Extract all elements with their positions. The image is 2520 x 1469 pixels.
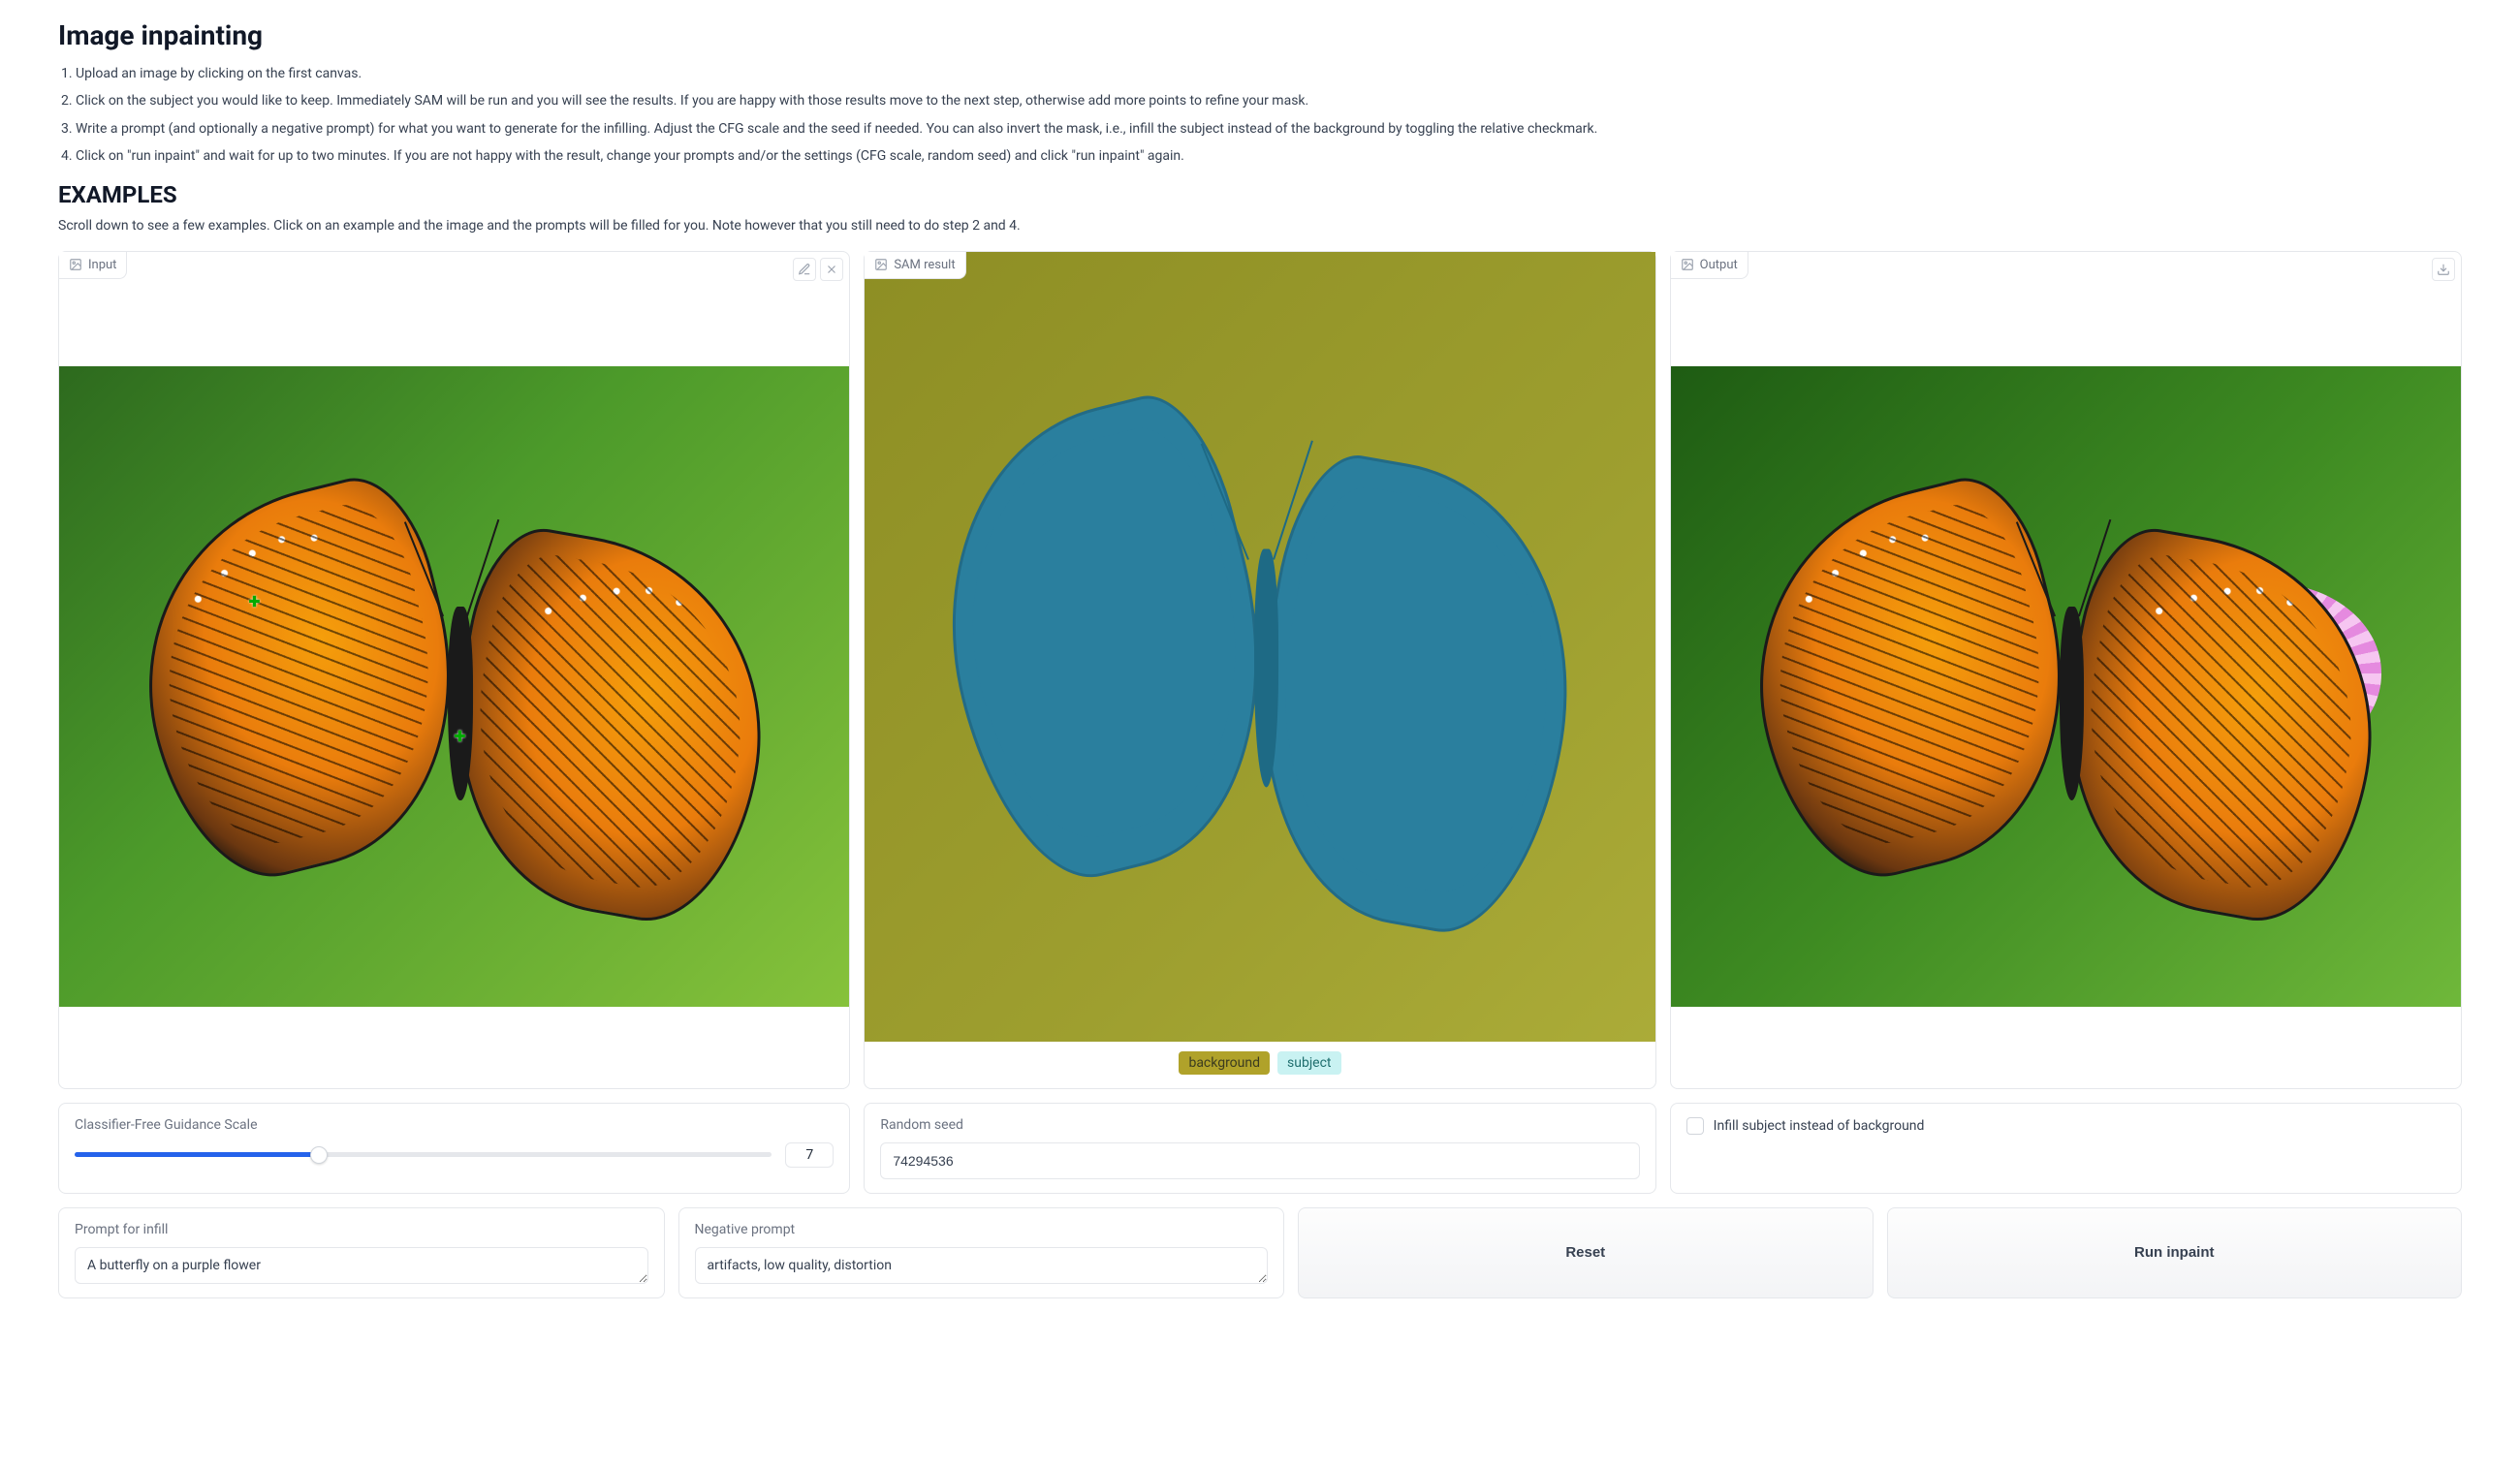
instruction-step: Write a prompt (and optionally a negativ… [76, 118, 2462, 140]
examples-description: Scroll down to see a few examples. Click… [58, 218, 2462, 234]
image-icon [874, 258, 888, 271]
seed-card: Random seed [864, 1103, 1655, 1194]
negative-prompt-input[interactable] [695, 1247, 1269, 1284]
sam-result-image [865, 252, 1654, 1042]
cfg-label: Classifier-Free Guidance Scale [75, 1117, 834, 1133]
instruction-step: Click on "run inpaint" and wait for up t… [76, 145, 2462, 167]
reset-button[interactable]: Reset [1298, 1207, 1874, 1298]
close-icon [825, 263, 838, 276]
invert-card: Infill subject instead of background [1670, 1103, 2462, 1194]
image-icon [69, 258, 82, 271]
cfg-card: Classifier-Free Guidance Scale 7 [58, 1103, 850, 1194]
seed-input[interactable] [880, 1142, 1639, 1179]
image-icon [1681, 258, 1694, 271]
legend-background: background [1179, 1051, 1270, 1075]
prompt-input[interactable] [75, 1247, 648, 1284]
sam-legend: background subject [1179, 1051, 1340, 1075]
negative-prompt-card: Negative prompt [678, 1207, 1285, 1298]
output-panel-label: Output [1671, 252, 1748, 279]
sam-point-marker: + [455, 725, 466, 749]
seed-label: Random seed [880, 1117, 1639, 1133]
instruction-step: Click on the subject you would like to k… [76, 90, 2462, 111]
invert-label: Infill subject instead of background [1714, 1118, 1925, 1134]
input-label-text: Input [88, 258, 116, 272]
run-inpaint-button[interactable]: Run inpaint [1887, 1207, 2463, 1298]
invert-checkbox-row[interactable]: Infill subject instead of background [1686, 1117, 2445, 1135]
cfg-slider[interactable] [75, 1145, 772, 1165]
examples-heading: EXAMPLES [58, 181, 2462, 208]
cfg-value[interactable]: 7 [785, 1142, 834, 1168]
prompt-label: Prompt for infill [75, 1222, 648, 1237]
prompt-card: Prompt for infill [58, 1207, 665, 1298]
instruction-step: Upload an image by clicking on the first… [76, 63, 2462, 84]
invert-checkbox[interactable] [1686, 1117, 1704, 1135]
page-title: Image inpainting [58, 19, 2462, 51]
clear-button[interactable] [820, 258, 843, 281]
output-image [1671, 366, 2461, 1007]
output-panel: Output [1670, 251, 2462, 1089]
input-panel-label: Input [59, 252, 127, 279]
sam-point-marker: + [249, 590, 261, 614]
edit-button[interactable] [793, 258, 816, 281]
download-icon [2437, 263, 2450, 276]
sam-label-text: SAM result [894, 258, 955, 272]
input-panel: Input + [58, 251, 850, 1089]
download-button[interactable] [2432, 258, 2455, 281]
sam-result-panel: SAM result background subject [864, 251, 1655, 1089]
pencil-icon [798, 263, 811, 276]
instructions-list: Upload an image by clicking on the first… [58, 63, 2462, 168]
output-label-text: Output [1700, 258, 1738, 272]
sam-panel-label: SAM result [865, 252, 965, 279]
input-canvas[interactable]: + + [59, 366, 849, 1007]
negative-prompt-label: Negative prompt [695, 1222, 1269, 1237]
legend-subject: subject [1277, 1051, 1341, 1075]
